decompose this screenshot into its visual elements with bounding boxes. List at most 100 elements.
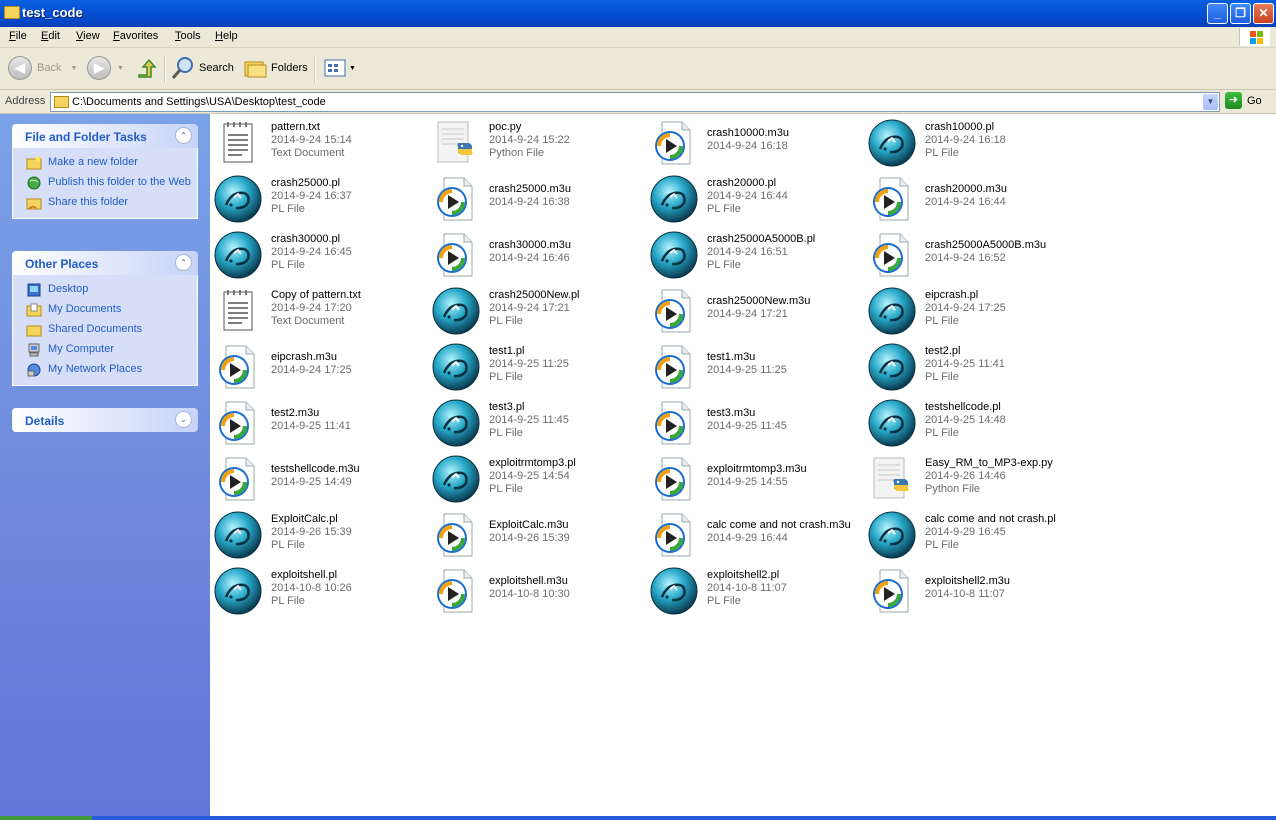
file-item[interactable]: poc.py 2014-9-24 15:22 Python File	[432, 118, 642, 168]
file-item[interactable]: testshellcode.m3u 2014-9-25 14:49	[214, 454, 424, 504]
file-folder-tasks-panel: File and Folder Tasks ⌃ Make a new folde…	[12, 124, 198, 219]
file-item[interactable]: crash25000A5000B.m3u 2014-9-24 16:52	[868, 230, 1078, 280]
file-item[interactable]: crash30000.pl 2014-9-24 16:45 PL File	[214, 230, 424, 280]
publish-folder-web-link[interactable]: Publish this folder to the Web	[13, 174, 197, 194]
file-item[interactable]: crash25000New.pl 2014-9-24 17:21 PL File	[432, 286, 642, 336]
media-playlist-icon	[868, 231, 916, 279]
file-item[interactable]: crash20000.m3u 2014-9-24 16:44	[868, 174, 1078, 224]
file-item[interactable]: exploitshell2.pl 2014-10-8 11:07 PL File	[650, 566, 860, 616]
windows-logo-icon	[1239, 28, 1270, 46]
file-item[interactable]: test1.pl 2014-9-25 11:25 PL File	[432, 342, 642, 392]
collapse-icon[interactable]: ⌃	[175, 127, 192, 144]
file-item[interactable]: crash10000.m3u 2014-9-24 16:18	[650, 118, 860, 168]
file-item[interactable]: crash25000.pl 2014-9-24 16:37 PL File	[214, 174, 424, 224]
file-item[interactable]: pattern.txt 2014-9-24 15:14 Text Document	[214, 118, 424, 168]
media-playlist-icon	[214, 343, 262, 391]
file-item[interactable]: test3.m3u 2014-9-25 11:45	[650, 398, 860, 448]
menu-view[interactable]: View	[76, 30, 100, 42]
up-folder-button[interactable]	[137, 55, 157, 81]
file-item[interactable]: exploitshell.m3u 2014-10-8 10:30	[432, 566, 642, 616]
share-folder-link[interactable]: Share this folder	[13, 194, 197, 214]
file-name: crash25000New.pl	[489, 289, 580, 301]
back-dropdown-icon[interactable]: ▼	[70, 65, 77, 72]
views-button[interactable]: ▼	[324, 55, 356, 81]
back-button[interactable]: ◀ Back ▼	[8, 55, 77, 81]
desktop-link[interactable]: Desktop	[13, 281, 197, 301]
file-item[interactable]: exploitshell.pl 2014-10-8 10:26 PL File	[214, 566, 424, 616]
menu-help[interactable]: Help	[215, 30, 238, 42]
media-playlist-icon	[432, 567, 480, 615]
file-list-area[interactable]: pattern.txt 2014-9-24 15:14 Text Document p…	[210, 114, 1276, 816]
perl-file-icon	[432, 343, 480, 391]
file-item[interactable]: crash10000.pl 2014-9-24 16:18 PL File	[868, 118, 1078, 168]
minimize-button[interactable]: _	[1207, 3, 1228, 24]
file-type: PL File	[707, 203, 741, 215]
file-item[interactable]: crash25000New.m3u 2014-9-24 17:21	[650, 286, 860, 336]
file-item[interactable]: calc come and not crash.m3u 2014-9-29 16:…	[650, 510, 860, 560]
menu-file[interactable]: File	[9, 30, 27, 42]
file-type: Text Document	[271, 315, 345, 327]
collapse-icon[interactable]: ⌃	[175, 254, 192, 271]
file-item[interactable]: crash30000.m3u 2014-9-24 16:46	[432, 230, 642, 280]
file-item[interactable]: ExploitCalc.m3u 2014-9-26 15:39	[432, 510, 642, 560]
file-folder-tasks-header[interactable]: File and Folder Tasks ⌃	[12, 124, 198, 148]
title-bar[interactable]: test_code _ ❐ ✕	[0, 0, 1276, 27]
desktop-icon	[27, 283, 41, 297]
file-name: crash10000.m3u	[707, 127, 789, 139]
menu-edit[interactable]: Edit	[41, 30, 60, 42]
file-item[interactable]: crash25000A5000B.pl 2014-9-24 16:51 PL Fil…	[650, 230, 860, 280]
toolbar: ◀ Back ▼ ▶ ▼ Search Folders ▼	[0, 48, 1276, 90]
shared-documents-link[interactable]: Shared Documents	[13, 321, 197, 341]
perl-file-icon	[432, 287, 480, 335]
file-item[interactable]: crash25000.m3u 2014-9-24 16:38	[432, 174, 642, 224]
file-item[interactable]: testshellcode.pl 2014-9-25 14:48 PL File	[868, 398, 1078, 448]
file-item[interactable]: exploitrmtomp3.pl 2014-9-25 14:54 PL File	[432, 454, 642, 504]
file-date: 2014-9-24 16:51	[707, 246, 788, 258]
file-item[interactable]: exploitrmtomp3.m3u 2014-9-25 14:55	[650, 454, 860, 504]
file-name: crash25000A5000B.pl	[707, 233, 816, 245]
shared-documents-icon	[26, 325, 42, 337]
file-item[interactable]: calc come and not crash.pl 2014-9-29 16:4…	[868, 510, 1078, 560]
my-network-places-link[interactable]: My Network Places	[13, 361, 197, 381]
search-button[interactable]: Search	[171, 55, 234, 81]
menu-favorites[interactable]: Favorites	[113, 30, 158, 42]
go-button[interactable]: ➜ Go	[1225, 92, 1262, 109]
file-item[interactable]: ExploitCalc.pl 2014-9-26 15:39 PL File	[214, 510, 424, 560]
python-file-icon	[868, 455, 916, 503]
media-playlist-icon	[650, 343, 698, 391]
menu-tools[interactable]: Tools	[175, 30, 201, 42]
expand-icon[interactable]: ⌄	[175, 411, 192, 428]
my-documents-link[interactable]: My Documents	[13, 301, 197, 321]
media-playlist-icon	[868, 567, 916, 615]
my-computer-icon	[28, 343, 40, 357]
file-item[interactable]: eipcrash.m3u 2014-9-24 17:25	[214, 342, 424, 392]
perl-file-icon	[868, 343, 916, 391]
file-item[interactable]: exploitshell2.m3u 2014-10-8 11:07	[868, 566, 1078, 616]
file-date: 2014-9-24 16:44	[707, 190, 788, 202]
file-item[interactable]: test2.pl 2014-9-25 11:41 PL File	[868, 342, 1078, 392]
file-item[interactable]: test1.m3u 2014-9-25 11:25	[650, 342, 860, 392]
file-item[interactable]: Easy_RM_to_MP3-exp.py 2014-9-26 14:46 Pyth…	[868, 454, 1078, 504]
file-name: exploitrmtomp3.pl	[489, 457, 576, 469]
other-places-header[interactable]: Other Places ⌃	[12, 251, 198, 275]
file-name: crash25000A5000B.m3u	[925, 239, 1047, 251]
media-playlist-icon	[650, 119, 698, 167]
forward-dropdown-icon[interactable]: ▼	[117, 65, 124, 72]
file-item[interactable]: eipcrash.pl 2014-9-24 17:25 PL File	[868, 286, 1078, 336]
file-item[interactable]: test2.m3u 2014-9-25 11:41	[214, 398, 424, 448]
file-name: test1.pl	[489, 345, 525, 357]
maximize-button[interactable]: ❐	[1230, 3, 1251, 24]
details-header[interactable]: Details ⌄	[12, 408, 198, 432]
file-item[interactable]: test3.pl 2014-9-25 11:45 PL File	[432, 398, 642, 448]
text-document-icon	[214, 119, 262, 167]
file-item[interactable]: crash20000.pl 2014-9-24 16:44 PL File	[650, 174, 860, 224]
address-field[interactable]: C:\Documents and Settings\USA\Desktop\te…	[50, 92, 1220, 112]
close-button[interactable]: ✕	[1253, 3, 1274, 24]
my-computer-link[interactable]: My Computer	[13, 341, 197, 361]
make-new-folder-link[interactable]: Make a new folder	[13, 154, 197, 174]
file-item[interactable]: Copy of pattern.txt 2014-9-24 17:20 Text D…	[214, 286, 424, 336]
address-dropdown-icon[interactable]: ▼	[1203, 94, 1218, 110]
file-date: 2014-9-24 16:37	[271, 190, 352, 202]
folders-button[interactable]: Folders	[243, 55, 308, 81]
forward-button[interactable]: ▶ ▼	[87, 55, 124, 81]
